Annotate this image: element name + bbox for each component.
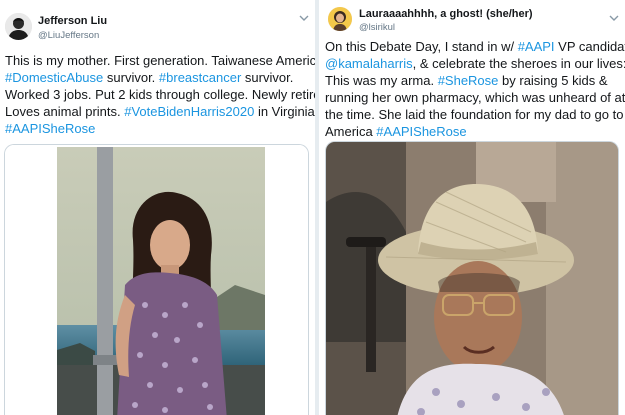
mention-link[interactable]: @kamalaharris xyxy=(325,56,413,71)
tweet-text-span: America xyxy=(325,124,377,139)
avatar[interactable] xyxy=(328,7,352,31)
tweet-text-span: Worked 3 jobs. Put 2 kids through colleg… xyxy=(5,87,315,102)
hashtag-link[interactable]: #AAPI xyxy=(518,39,555,54)
tweet-text-line: America #AAPISheRose xyxy=(325,123,623,140)
tweet-text-span: survivor. xyxy=(241,70,294,85)
tweet-text-line: the time. She laid the foundation for my… xyxy=(325,106,623,123)
chevron-down-icon[interactable] xyxy=(299,10,309,21)
tweet-text-line: @kamalaharris, & celebrate the sheroes i… xyxy=(325,55,625,72)
tweet-text-span: survivor. xyxy=(103,70,159,85)
user-handle[interactable]: @lsirikul xyxy=(359,22,395,33)
chevron-down-icon[interactable] xyxy=(609,10,619,21)
tweet-text-span: in Virginia. xyxy=(254,104,315,119)
hashtag-link[interactable]: #AAPISheRose xyxy=(376,124,466,139)
tweet-text-span: This is my mother. First generation. Tai… xyxy=(5,53,315,68)
tweet-header: Jefferson Liu @LiuJefferson xyxy=(0,0,315,48)
user-handle[interactable]: @LiuJefferson xyxy=(38,30,99,41)
tweet-text-line: #DomesticAbuse survivor. #breastcancer s… xyxy=(5,69,313,86)
tweet-text-span: the time. She laid the foundation for my… xyxy=(325,107,624,122)
hashtag-link[interactable]: #VoteBidenHarris2020 xyxy=(124,104,254,119)
tweet-text-line: On this Debate Day, I stand in w/ #AAPI … xyxy=(325,38,625,55)
tweet-text-line: #AAPISheRose xyxy=(5,120,313,137)
tweet-text-span: VP candidate xyxy=(558,39,625,54)
hashtag-link[interactable]: #breastcancer xyxy=(159,70,241,85)
tweet-text-span: running her own pharmacy, which was unhe… xyxy=(325,90,625,105)
hashtag-link[interactable]: #DomesticAbuse xyxy=(5,70,103,85)
tweet-text-span: On this Debate Day, I stand in w/ xyxy=(325,39,518,54)
tweet-text: This is my mother. First generation. Tai… xyxy=(5,52,315,137)
tweet-text: On this Debate Day, I stand in w/ #AAPI … xyxy=(325,38,625,140)
tweet-text-span: This was my arma. xyxy=(325,73,438,88)
hashtag-link[interactable]: #AAPISheRose xyxy=(5,121,95,136)
display-name[interactable]: Lauraaaahhhh, a ghost! (she/her) xyxy=(359,8,533,20)
tweet-photo[interactable] xyxy=(4,144,309,415)
tweet-text-line: Loves animal prints. #VoteBidenHarris202… xyxy=(5,103,315,120)
tweet-text-line: This was my arma. #SheRose by raising 5 … xyxy=(325,72,623,89)
tweet-text-span: , & celebrate the sheroes in our lives: xyxy=(412,56,625,71)
tweet-card-laura[interactable]: Lauraaaahhhh, a ghost! (she/her) @lsirik… xyxy=(319,0,625,415)
tweet-card-jefferson[interactable]: Jefferson Liu @LiuJefferson This is my m… xyxy=(0,0,315,415)
display-name[interactable]: Jefferson Liu xyxy=(38,15,107,27)
tweet-photo[interactable] xyxy=(325,141,619,415)
tweet-text-span: by raising 5 kids & xyxy=(498,73,608,88)
tweet-text-span: Loves animal prints. xyxy=(5,104,125,119)
tweet-text-line: running her own pharmacy, which was unhe… xyxy=(325,89,625,106)
tweet-text-line: Worked 3 jobs. Put 2 kids through colleg… xyxy=(5,86,315,103)
tweet-text-line: This is my mother. First generation. Tai… xyxy=(5,52,315,69)
avatar[interactable] xyxy=(5,13,32,40)
hashtag-link[interactable]: #SheRose xyxy=(438,73,499,88)
